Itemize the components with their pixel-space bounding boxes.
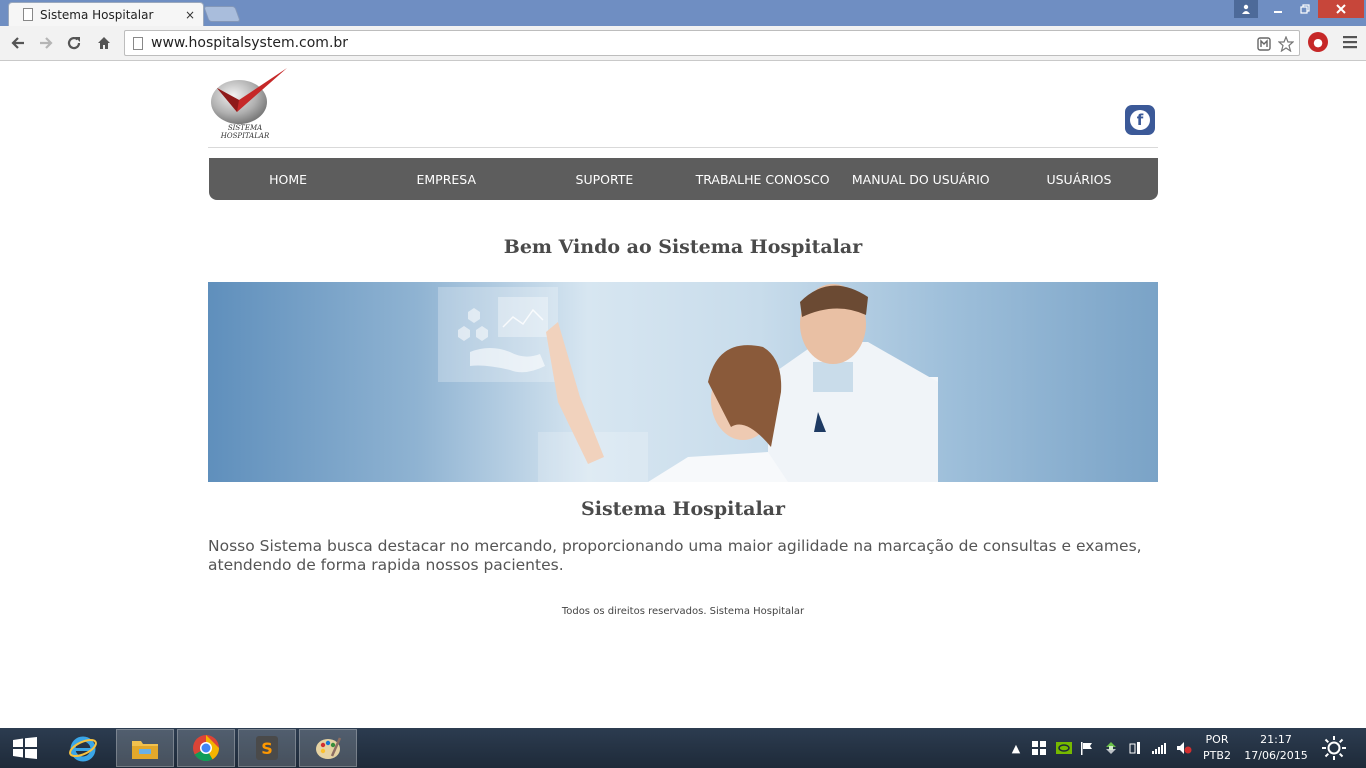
extension-shield-icon[interactable]	[1255, 35, 1273, 53]
chrome-menu-icon[interactable]	[1340, 32, 1360, 52]
nav-item-trabalhe-conosco[interactable]: TRABALHE CONOSCO	[684, 158, 842, 200]
nav-item-usuarios[interactable]: USUÁRIOS	[1000, 158, 1158, 200]
page-icon	[133, 36, 143, 50]
paint-icon[interactable]	[299, 729, 357, 767]
clock-date: 17/06/2015	[1244, 749, 1308, 762]
flag-icon[interactable]	[1078, 728, 1096, 768]
forward-arrow-icon[interactable]	[34, 31, 58, 55]
close-window-icon[interactable]	[1318, 0, 1364, 18]
back-arrow-icon[interactable]	[6, 31, 30, 55]
language-code: POR	[1205, 733, 1229, 746]
tab-title: Sistema Hospitalar	[40, 7, 154, 22]
address-bar[interactable]: www.hospitalsystem.com.br	[124, 30, 1300, 56]
action-center-windows-icon[interactable]	[1030, 728, 1048, 768]
clock-time: 21:17	[1260, 733, 1292, 746]
browser-tab[interactable]: Sistema Hospitalar ×	[8, 2, 204, 26]
file-explorer-icon[interactable]	[116, 729, 174, 767]
browser-titlebar: Sistema Hospitalar ×	[0, 0, 1366, 26]
restore-icon[interactable]	[1292, 0, 1318, 18]
system-clock[interactable]: 21:17 17/06/2015	[1244, 732, 1308, 764]
tray-expand-icon[interactable]: ▲	[1008, 728, 1024, 768]
chrome-taskbar-icon[interactable]	[177, 729, 235, 767]
nav-item-suporte[interactable]: SUPORTE	[525, 158, 683, 200]
sublime-text-icon[interactable]: S	[238, 729, 296, 767]
power-plug-icon[interactable]	[1126, 728, 1144, 768]
keyboard-layout: PTB2	[1203, 749, 1231, 762]
signal-bars-icon[interactable]	[1150, 728, 1168, 768]
footer-text: Todos os direitos reservados. Sistema Ho…	[561, 606, 805, 617]
logo-line-1: SISTEMA	[227, 124, 263, 132]
welcome-title: Bem Vindo ao Sistema Hospitalar	[503, 236, 863, 258]
nav-item-home[interactable]: HOME	[209, 158, 367, 200]
section-title: Sistema Hospitalar	[581, 498, 785, 520]
description-text: Nosso Sistema busca destacar no mercando…	[208, 537, 1142, 574]
browser-toolbar: www.hospitalsystem.com.br ●	[0, 26, 1366, 61]
bookmark-star-icon[interactable]	[1277, 35, 1295, 53]
user-profile-icon[interactable]	[1234, 0, 1258, 18]
minimize-icon[interactable]	[1264, 0, 1292, 18]
internet-explorer-icon[interactable]	[54, 729, 112, 767]
url-text: www.hospitalsystem.com.br	[151, 35, 349, 51]
reload-icon[interactable]	[62, 31, 86, 55]
windows-start-icon[interactable]	[0, 729, 50, 767]
svg-text:S: S	[261, 739, 273, 758]
logo-line-2: HOSPITALAR	[220, 132, 270, 140]
adblock-stop-icon[interactable]: ●	[1308, 32, 1328, 52]
volume-muted-icon[interactable]	[1174, 728, 1194, 768]
header-divider	[208, 147, 1158, 148]
input-language[interactable]: POR PTB2	[1200, 732, 1234, 764]
web-page: SISTEMA HOSPITALAR f HOME EMPRESA SUPORT…	[0, 62, 1366, 728]
facebook-glyph: f	[1130, 110, 1150, 130]
main-nav: HOME EMPRESA SUPORTE TRABALHE CONOSCO MA…	[209, 158, 1158, 200]
new-tab-button[interactable]	[203, 6, 241, 22]
network-sync-icon[interactable]	[1102, 728, 1120, 768]
brightness-sun-icon[interactable]	[1316, 728, 1352, 768]
nav-item-empresa[interactable]: EMPRESA	[367, 158, 525, 200]
page-icon	[23, 8, 33, 21]
hero-banner-image	[208, 282, 1158, 482]
nav-item-manual[interactable]: MANUAL DO USUÁRIO	[842, 158, 1000, 200]
windows-taskbar: S ▲ POR PTB2 21:17 17/06/2015	[0, 728, 1366, 768]
tab-close-icon[interactable]: ×	[185, 8, 195, 22]
facebook-icon[interactable]: f	[1125, 105, 1155, 135]
logo-caption: SISTEMA HOSPITALAR	[213, 124, 277, 140]
home-icon[interactable]	[92, 31, 116, 55]
nvidia-icon[interactable]	[1054, 728, 1074, 768]
